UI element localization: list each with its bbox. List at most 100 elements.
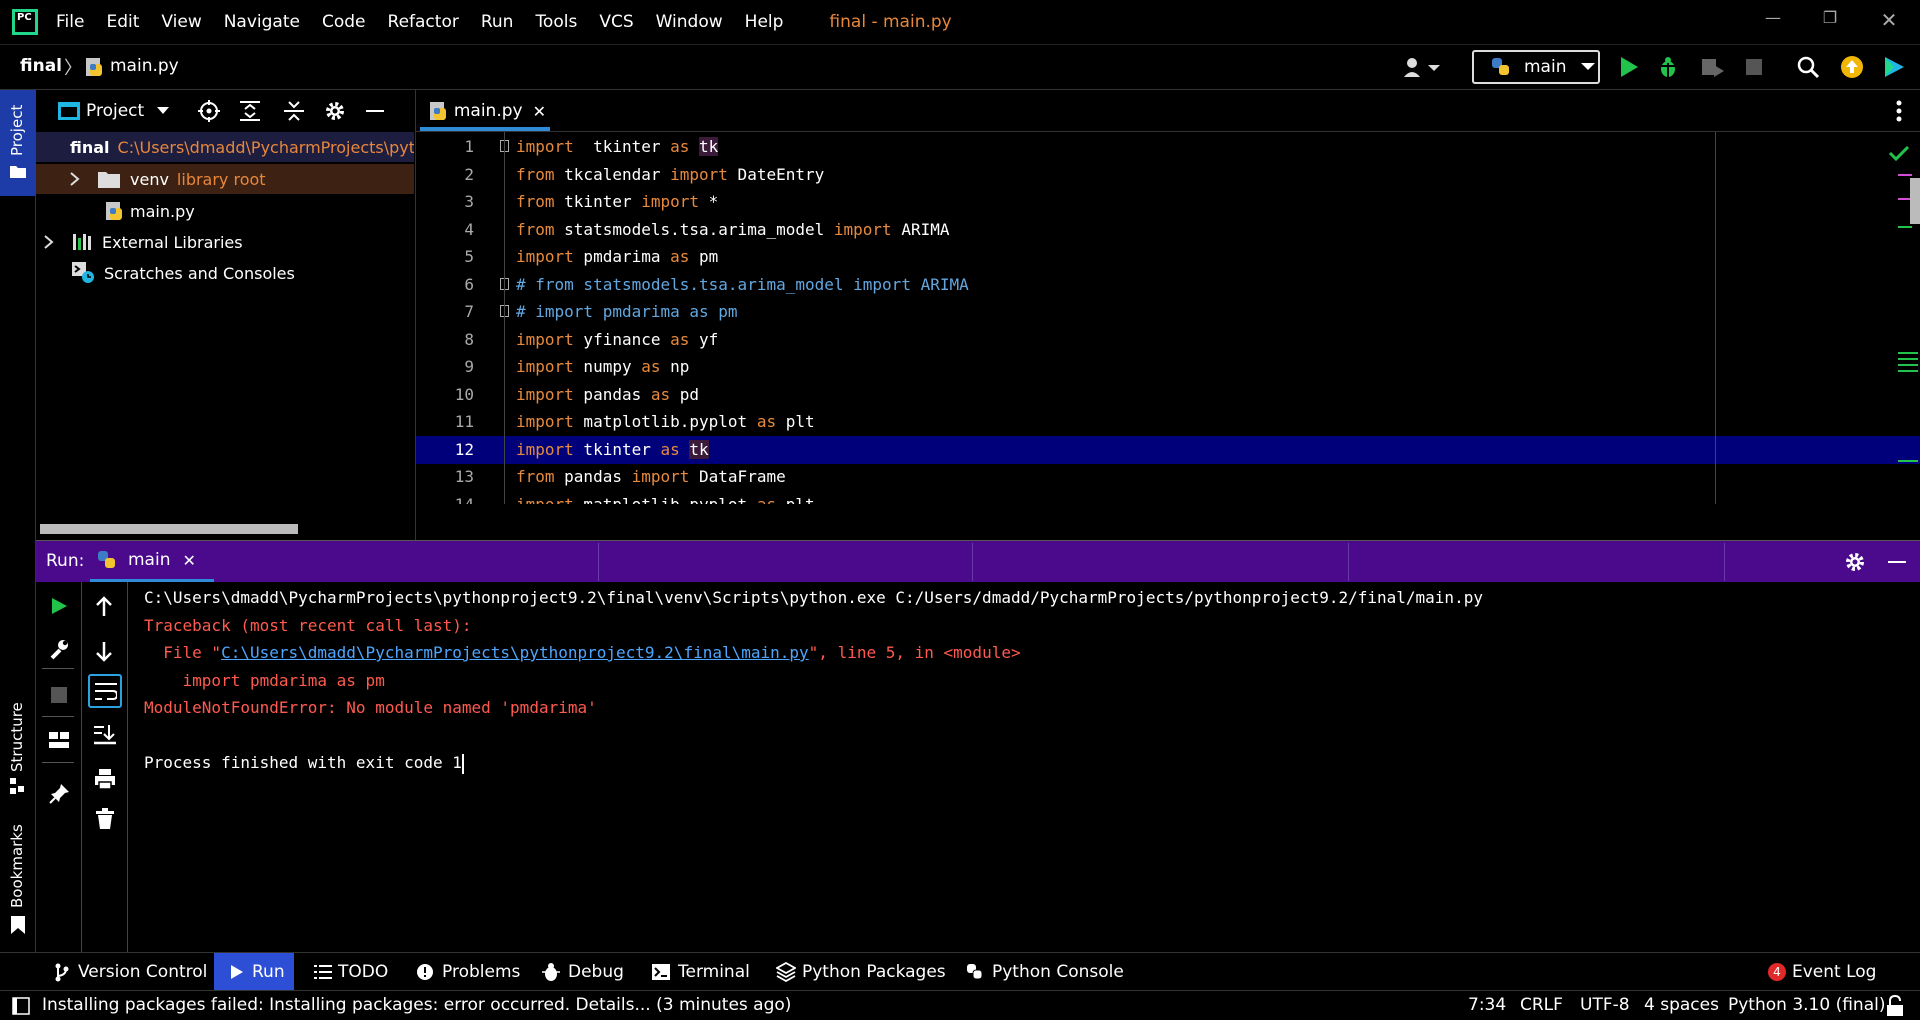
code-line[interactable]: 9 import numpy as np (416, 353, 1920, 381)
run-configuration-selector[interactable]: main (1472, 50, 1600, 84)
change-stripe-mark[interactable] (1898, 364, 1918, 366)
tree-item-venv[interactable]: venv library root (36, 164, 414, 194)
line-number[interactable]: 12 (416, 436, 474, 464)
tab-run[interactable]: Run (214, 953, 294, 991)
menu-code[interactable]: Code (322, 12, 366, 32)
lock-icon[interactable] (1886, 995, 1904, 1017)
horizontal-scrollbar[interactable] (40, 524, 298, 534)
layout-icon[interactable] (48, 730, 70, 750)
menu-file[interactable]: File (56, 12, 84, 32)
status-message[interactable]: Installing packages failed: Installing p… (42, 995, 791, 1015)
menu-refactor[interactable]: Refactor (388, 12, 459, 32)
code-area[interactable]: 1 import tkinter as tk 2 from tkcalendar im… (416, 132, 1920, 504)
line-number[interactable]: 11 (416, 408, 474, 436)
code-line[interactable]: 10 import pandas as pd (416, 381, 1920, 409)
line-number[interactable]: 8 (416, 326, 474, 354)
change-stripe-mark[interactable] (1898, 370, 1918, 372)
jetbrains-toolbox-icon[interactable] (1882, 55, 1906, 79)
arrow-down-icon[interactable] (94, 640, 114, 662)
tab-python-packages[interactable]: Python Packages (776, 953, 946, 991)
tree-item-root[interactable]: final C:\Users\dmadd\PycharmProjects\pyt… (36, 132, 414, 162)
inspection-ok-icon[interactable] (1888, 144, 1910, 162)
line-number[interactable]: 1 (416, 133, 474, 161)
tree-item-scratches[interactable]: Scratches and Consoles (36, 258, 414, 288)
change-stripe-mark[interactable] (1898, 226, 1912, 228)
trash-icon[interactable] (95, 808, 115, 830)
tab-version-control[interactable]: Version Control (54, 953, 207, 991)
toggle-tool-windows-icon[interactable] (12, 997, 30, 1015)
tab-debug[interactable]: Debug (542, 953, 624, 991)
code-line[interactable]: 8 import yfinance as yf (416, 326, 1920, 354)
editor-tab-main-py[interactable]: main.py ✕ (422, 90, 546, 132)
tab-python-console[interactable]: Python Console (966, 953, 1124, 991)
scroll-to-end-icon[interactable] (94, 724, 116, 746)
tab-terminal[interactable]: Terminal (652, 953, 750, 991)
code-line[interactable]: 14 import matplotlib.pyplot as plt (416, 491, 1920, 505)
line-number[interactable]: 7 (416, 298, 474, 326)
change-stripe-mark[interactable] (1898, 352, 1918, 354)
search-icon[interactable] (1796, 55, 1820, 79)
update-icon[interactable] (1840, 55, 1864, 79)
line-number[interactable]: 2 (416, 161, 474, 189)
run-with-coverage-icon[interactable] (1700, 55, 1726, 79)
change-stripe-mark[interactable] (1898, 358, 1918, 360)
code-line[interactable]: 6 # from statsmodels.tsa.arima_model impo… (416, 271, 1920, 299)
gear-icon[interactable] (1844, 551, 1866, 573)
code-line[interactable]: 13 from pandas import DataFrame (416, 463, 1920, 491)
locate-file-icon[interactable] (198, 100, 220, 122)
close-tab-icon[interactable]: ✕ (533, 102, 546, 121)
code-line[interactable]: 2 from tkcalendar import DateEntry (416, 161, 1920, 189)
menu-run[interactable]: Run (481, 12, 514, 32)
menu-edit[interactable]: Edit (106, 12, 139, 32)
restore-button[interactable]: ❐ (1815, 8, 1845, 32)
tab-todo[interactable]: TODO (314, 953, 388, 991)
line-number[interactable]: 3 (416, 188, 474, 216)
menu-view[interactable]: View (161, 12, 201, 32)
menu-vcs[interactable]: VCS (599, 12, 633, 32)
project-tool-button[interactable]: Project (0, 90, 36, 196)
menu-tools[interactable]: Tools (535, 12, 577, 32)
collapse-all-icon[interactable] (284, 100, 304, 122)
stop-icon[interactable] (1744, 57, 1764, 77)
expand-all-icon[interactable] (240, 100, 260, 122)
code-line[interactable]: 7 # import pmdarima as pm (416, 298, 1920, 326)
change-stripe-mark[interactable] (1898, 460, 1918, 462)
code-line[interactable]: 11 import matplotlib.pyplot as plt (416, 408, 1920, 436)
python-interpreter[interactable]: Python 3.10 (final) (1728, 995, 1885, 1015)
caret-position[interactable]: 7:34 (1468, 995, 1506, 1015)
project-view-title[interactable]: Project (86, 101, 144, 121)
more-options-icon[interactable] (1896, 100, 1902, 122)
editor-scrollbar[interactable] (1910, 178, 1920, 224)
line-number[interactable]: 5 (416, 243, 474, 271)
line-number[interactable]: 4 (416, 216, 474, 244)
code-line[interactable]: 12 import tkinter as tk (416, 435, 1920, 464)
bookmarks-tool-label[interactable]: Bookmarks (8, 824, 26, 908)
debug-icon[interactable] (1656, 55, 1680, 79)
tab-problems[interactable]: Problems (416, 953, 520, 991)
breadcrumb-file[interactable]: main.py (110, 56, 179, 76)
code-line[interactable]: 5 import pmdarima as pm (416, 243, 1920, 271)
tab-event-log[interactable]: 4 Event Log (1768, 953, 1876, 991)
error-stripe-mark[interactable] (1898, 174, 1912, 176)
close-window-button[interactable]: ✕ (1874, 8, 1904, 32)
line-separator[interactable]: CRLF (1520, 995, 1563, 1015)
menu-window[interactable]: Window (656, 12, 723, 32)
menu-help[interactable]: Help (745, 12, 784, 32)
run-icon[interactable] (1618, 55, 1640, 79)
soft-wrap-toggle[interactable] (88, 674, 122, 708)
file-encoding[interactable]: UTF-8 (1580, 995, 1630, 1015)
pin-icon[interactable] (49, 782, 71, 804)
line-number[interactable]: 6 (416, 271, 474, 299)
print-icon[interactable] (94, 768, 116, 790)
stop-icon[interactable] (50, 686, 68, 704)
rerun-icon[interactable] (49, 596, 69, 616)
user-account-icon[interactable] (1402, 55, 1442, 79)
structure-tool-label[interactable]: Structure (8, 702, 26, 772)
code-line[interactable]: 1 import tkinter as tk (416, 133, 1920, 161)
menu-navigate[interactable]: Navigate (224, 12, 300, 32)
minimize-button[interactable]: — (1758, 8, 1788, 32)
hide-panel-icon[interactable] (1888, 561, 1906, 563)
gear-icon[interactable] (324, 100, 346, 122)
tree-item-external-libraries[interactable]: External Libraries (36, 227, 414, 257)
code-line[interactable]: 4 from statsmodels.tsa.arima_model import… (416, 216, 1920, 244)
